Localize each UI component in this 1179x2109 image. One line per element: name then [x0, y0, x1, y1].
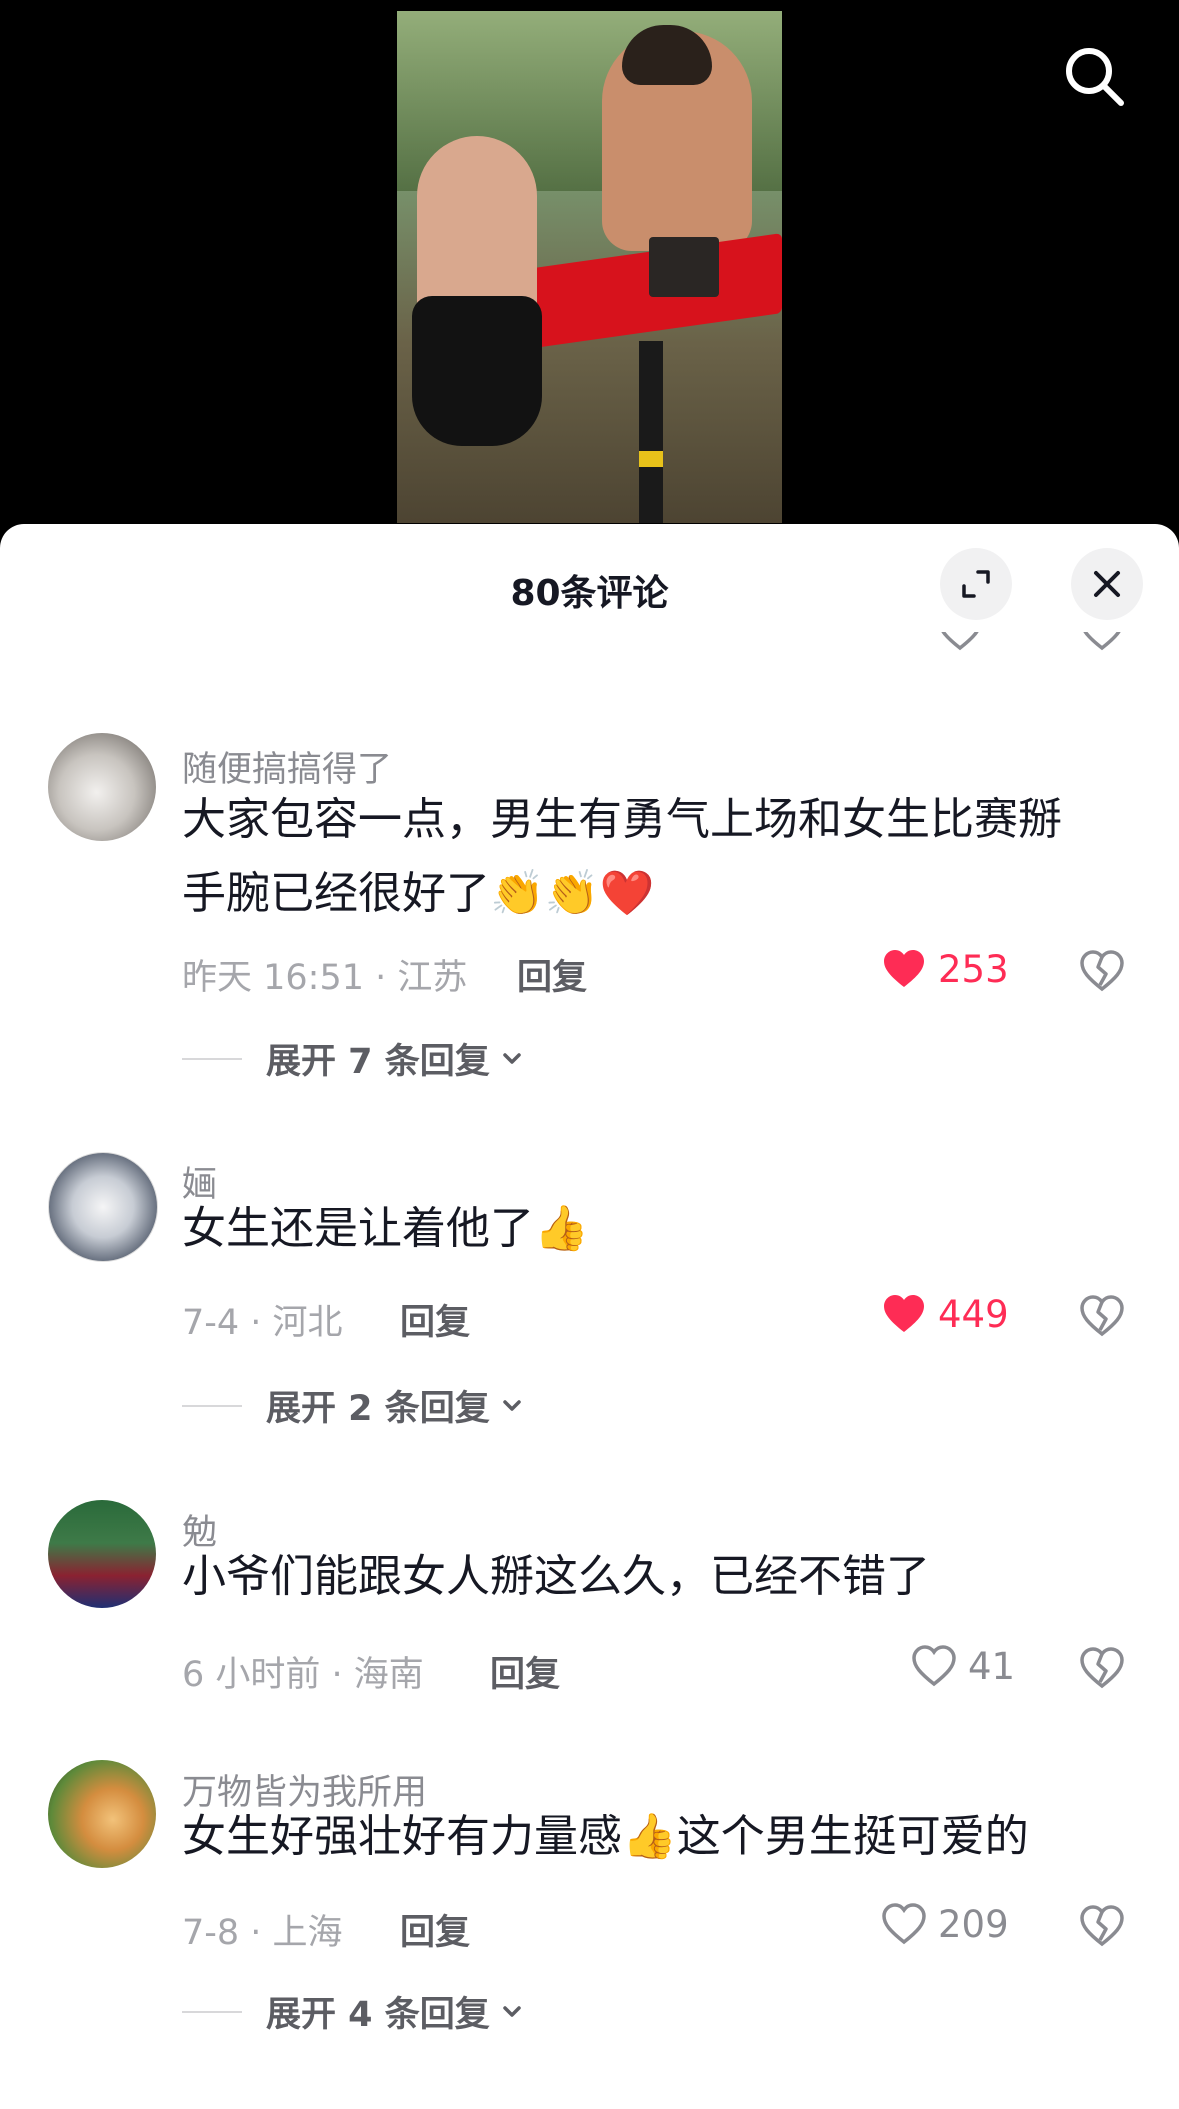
chevron-down-icon — [502, 1052, 521, 1064]
avatar[interactable] — [48, 1152, 158, 1262]
close-button[interactable] — [1071, 548, 1143, 620]
search-icon — [1066, 48, 1124, 106]
chevron-down-icon — [502, 2005, 521, 2017]
comment-text: 小爷们能跟女人掰这么久，已经不错了 — [182, 1540, 1102, 1614]
comment-meta: 6 小时前 · 海南 — [182, 1655, 424, 1695]
comment-text: 大家包容一点，男生有勇气上场和女生比赛掰手腕已经很好了👏👏❤️ — [182, 783, 1102, 931]
expand-replies-label: 展开 4 条回复 — [266, 1995, 490, 2035]
broken-heart-icon[interactable] — [1078, 1292, 1126, 1340]
like-button[interactable]: 449 — [880, 1290, 1009, 1338]
sheet-header: 80条评论 — [0, 524, 1179, 644]
heart-icon — [884, 1295, 924, 1332]
like-count: 209 — [938, 1902, 1009, 1946]
heart-outline-icon — [912, 1645, 956, 1687]
avatar[interactable] — [48, 733, 156, 841]
like-button[interactable]: 253 — [880, 945, 1009, 993]
comment-text: 女生好强壮好有力量感👍这个男生挺可爱的 — [182, 1800, 1102, 1874]
expand-button[interactable] — [940, 548, 1012, 620]
heart-icon — [884, 950, 924, 987]
avatar[interactable] — [48, 1500, 156, 1608]
reply-button[interactable]: 回复 — [490, 1646, 560, 1697]
divider-line — [182, 2010, 242, 2013]
expand-replies-button[interactable]: 展开 4 条回复 — [182, 1986, 526, 2037]
table-leg — [639, 341, 663, 523]
broken-heart-icon — [1083, 632, 1121, 651]
reply-button[interactable]: 回复 — [517, 949, 587, 1000]
expand-replies-button[interactable]: 展开 7 条回复 — [182, 1033, 526, 1084]
divider-line — [182, 1404, 242, 1407]
video-thumbnail[interactable] — [397, 11, 782, 523]
heart-outline-icon — [941, 632, 979, 651]
like-button[interactable]: 209 — [880, 1900, 1009, 1948]
broken-heart-icon[interactable] — [1078, 1902, 1126, 1950]
comments-sheet: 80条评论 随便搞搞得了 大家包容一点，男生有勇气上场和女生比赛掰手腕已经很好了… — [0, 524, 1179, 2109]
expand-replies-button[interactable]: 展开 2 条回复 — [182, 1380, 526, 1431]
chevron-down-icon — [502, 1399, 521, 1411]
emoji-thumbs-up: 👍 — [622, 1811, 677, 1862]
box — [649, 237, 719, 297]
comment-meta: 7-8 · 上海 — [182, 1913, 343, 1953]
divider-line — [182, 1057, 242, 1060]
expand-replies-label: 展开 7 条回复 — [266, 1042, 490, 1082]
broken-heart-icon[interactable] — [1078, 1644, 1126, 1692]
comment-meta: 昨天 16:51 · 江苏 — [182, 958, 468, 998]
expand-replies-label: 展开 2 条回复 — [266, 1389, 490, 1429]
emoji-clap-clap-heart: 👏👏❤️ — [490, 868, 655, 919]
broken-heart-icon[interactable] — [1078, 947, 1126, 995]
video-area[interactable] — [0, 0, 1179, 560]
reply-button[interactable]: 回复 — [400, 1904, 470, 1955]
like-button[interactable]: 41 — [910, 1642, 1015, 1690]
woman-shorts — [412, 296, 542, 446]
reply-button[interactable]: 回复 — [400, 1294, 470, 1345]
comment-text: 女生还是让着他了👍 — [182, 1192, 1102, 1266]
expand-icon — [962, 570, 990, 598]
heart-outline-icon — [882, 1903, 926, 1945]
emoji-thumbs-up: 👍 — [534, 1203, 589, 1254]
avatar[interactable] — [48, 1760, 156, 1868]
comment-meta: 7-4 · 河北 — [182, 1303, 343, 1343]
like-count: 449 — [938, 1292, 1009, 1336]
search-button[interactable] — [1058, 40, 1130, 112]
scrolled-comment-remnant — [0, 632, 1179, 670]
like-count: 253 — [938, 947, 1009, 991]
like-count: 41 — [968, 1644, 1016, 1688]
comment-body-continued: 这个男生挺可爱的 — [676, 1811, 1029, 1862]
comment-body: 小爷们能跟女人掰这么久，已经不错了 — [182, 1551, 930, 1602]
close-icon — [1094, 571, 1120, 597]
comment-body: 女生还是让着他了 — [182, 1203, 534, 1254]
comment-body: 女生好强壮好有力量感 — [182, 1811, 622, 1862]
